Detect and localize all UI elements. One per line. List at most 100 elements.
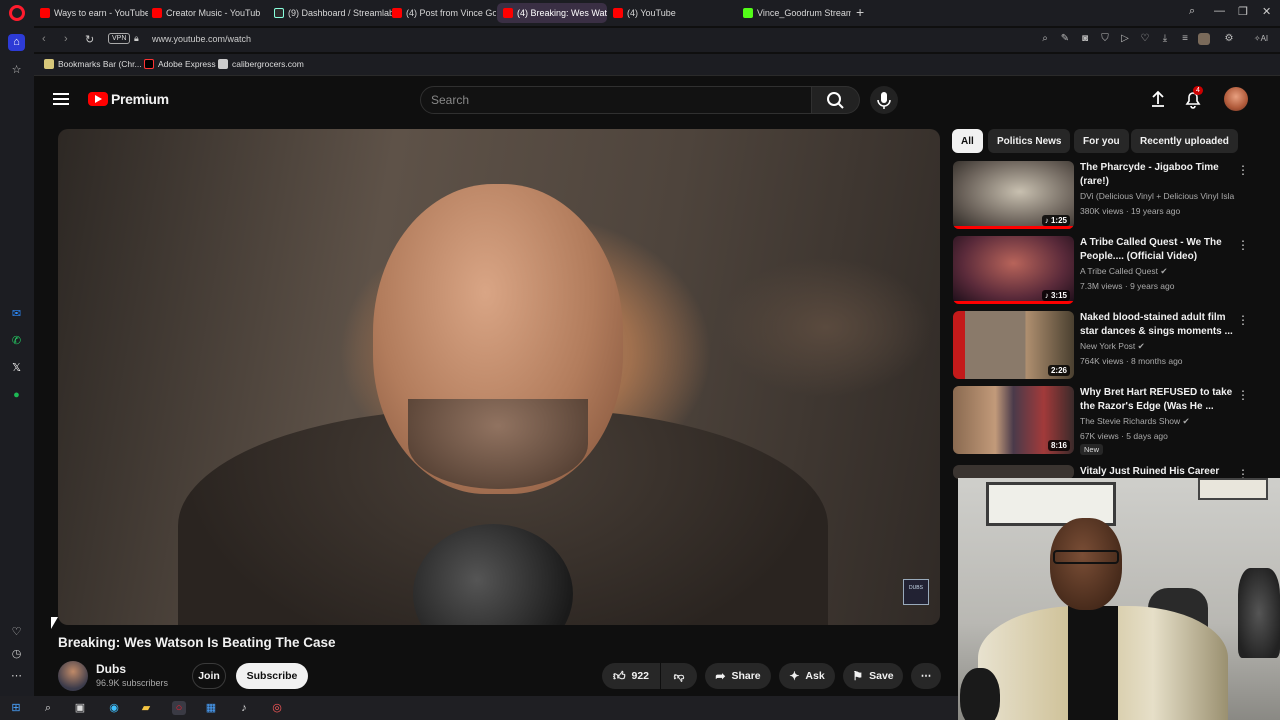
shield-icon[interactable]: ⛉ [1099, 33, 1111, 45]
video-player[interactable]: DUBS [58, 129, 940, 625]
search-icon[interactable]: ⌕ [41, 701, 55, 715]
video-thumbnail[interactable]: 2:26 [953, 311, 1074, 379]
spotify-icon[interactable]: ● [8, 387, 25, 404]
upload-icon[interactable] [1148, 89, 1168, 109]
chip-politics-news[interactable]: Politics News [988, 129, 1071, 153]
browser-tab-active[interactable]: (4) Breaking: Wes Wat [497, 3, 607, 23]
close-icon[interactable]: ✕ [1262, 5, 1271, 18]
recommendation-item[interactable]: ♪ 3:15 A Tribe Called Quest - We The Peo… [953, 236, 1253, 306]
account-avatar[interactable] [1224, 87, 1248, 111]
dislike-button[interactable]: 👎︎ [661, 663, 697, 689]
vpn-badge[interactable]: VPN [108, 33, 131, 44]
history-icon[interactable]: ◷ [8, 646, 25, 663]
menu-icon[interactable]: ≡ [1179, 33, 1191, 45]
ask-button[interactable]: ✦ Ask [779, 663, 835, 689]
opera-icon[interactable]: ○ [172, 701, 186, 715]
obs-icon[interactable]: ◎ [270, 701, 284, 715]
forward-icon[interactable]: › [64, 33, 68, 45]
channel-avatar[interactable] [58, 661, 88, 691]
edge-icon[interactable]: ◉ [107, 701, 121, 715]
opera-logo-icon[interactable] [9, 5, 25, 21]
recommendation-item[interactable]: 2:26 Naked blood-stained adult film star… [953, 311, 1253, 381]
recommendation-item[interactable]: ♪ 1:25 The Pharcyde - Jigaboo Time (rare… [953, 161, 1253, 231]
more-vertical-icon[interactable]: ⋮ [1237, 238, 1249, 252]
video-thumbnail[interactable]: ♪ 1:25 [953, 161, 1074, 229]
video-duration: ♪ 3:15 [1041, 290, 1070, 301]
more-vertical-icon[interactable]: ⋮ [1237, 388, 1249, 402]
url-field[interactable]: www.youtube.com/watch [152, 34, 251, 44]
channel-watermark[interactable]: DUBS [903, 579, 929, 605]
x-icon[interactable]: 𝕏 [8, 360, 25, 377]
tiktok-icon[interactable]: ♪ [237, 701, 251, 715]
download-icon[interactable]: ⤓ [1159, 33, 1171, 45]
browser-tab[interactable]: (4) Post from Vince Goodr [386, 3, 496, 23]
browser-tab[interactable]: Creator Music - YouTube S [146, 3, 260, 23]
camera-icon[interactable]: ◙ [1079, 33, 1091, 45]
bookmark-item[interactable]: Bookmarks Bar (Chr... [44, 59, 142, 69]
home-icon[interactable]: ⌂ [8, 34, 25, 51]
search-input[interactable]: Search [420, 86, 812, 114]
more-icon[interactable]: ⋯ [8, 668, 25, 685]
recommendation-channel[interactable]: The Stevie Richards Show ✔︎ [1080, 416, 1235, 427]
more-vertical-icon[interactable]: ⋮ [1237, 313, 1249, 327]
recommendation-channel[interactable]: New York Post ✔︎ [1080, 341, 1235, 352]
file-explorer-icon[interactable]: ▰ [139, 701, 153, 715]
chip-for-you[interactable]: For you [1074, 129, 1129, 153]
pinboard-icon[interactable]: ☆ [8, 62, 25, 79]
more-actions-button[interactable]: ⋯ [911, 663, 941, 689]
save-button[interactable]: ⚑ Save [843, 663, 903, 689]
messenger-icon[interactable]: ✉ [8, 306, 25, 323]
youtube-icon [40, 8, 50, 18]
windows-start-icon[interactable]: ⊞ [9, 701, 23, 715]
browser-tab[interactable]: Ways to earn - YouTube St [34, 3, 148, 23]
heart-icon[interactable]: ♡ [8, 624, 25, 641]
play-icon[interactable]: ▷ [1119, 33, 1131, 45]
profile-icon[interactable] [1198, 33, 1210, 45]
back-icon[interactable]: ‹ [42, 33, 46, 45]
voice-search-button[interactable] [870, 86, 898, 114]
recommendation-title[interactable]: Vitaly Just Ruined His Career [1080, 465, 1235, 479]
search-button[interactable] [812, 86, 860, 114]
video-thumbnail[interactable]: ♪ 3:15 [953, 236, 1074, 304]
bookmark-item[interactable]: calibergrocers.com [218, 59, 304, 69]
heart-icon[interactable]: ♡ [1139, 33, 1151, 45]
minimize-icon[interactable]: — [1214, 5, 1225, 17]
recommendation-title[interactable]: Naked blood-stained adult film star danc… [1080, 311, 1235, 339]
browser-tab[interactable]: (4) YouTube [607, 3, 719, 23]
whatsapp-icon[interactable]: ✆ [8, 333, 25, 350]
chip-all[interactable]: All [952, 129, 983, 153]
join-button[interactable]: Join [192, 663, 226, 689]
video-thumbnail[interactable]: 8:16 [953, 386, 1074, 454]
video-thumbnail[interactable] [953, 465, 1074, 479]
edit-icon[interactable]: ✎ [1059, 33, 1071, 45]
recommendation-item[interactable]: 8:16 Why Bret Hart REFUSED to take the R… [953, 386, 1253, 456]
browser-tab[interactable]: Vince_Goodrum Stream - [737, 3, 851, 23]
channel-name[interactable]: Dubs [96, 662, 126, 676]
youtube-logo-icon[interactable] [88, 92, 108, 106]
more-vertical-icon[interactable]: ⋮ [1237, 163, 1249, 177]
browser-tab[interactable]: (9) Dashboard / Streamlab [268, 3, 392, 23]
recommendation-channel[interactable]: A Tribe Called Quest ✔︎ [1080, 266, 1235, 277]
recommendation-title[interactable]: Why Bret Hart REFUSED to take the Razor'… [1080, 386, 1235, 414]
reload-icon[interactable]: ↻ [85, 33, 94, 46]
maximize-icon[interactable]: ❐ [1238, 5, 1248, 18]
lock-icon[interactable]: 🔒︎ [134, 33, 139, 44]
share-button[interactable]: ➦ Share [705, 663, 771, 689]
search-icon[interactable]: ⌕ [1039, 33, 1051, 45]
new-tab-button[interactable]: + [856, 4, 864, 20]
extensions-icon[interactable]: ⚙ [1223, 33, 1235, 45]
like-button[interactable]: 👍︎ 922 [602, 663, 660, 689]
aria-ai-button[interactable]: ✧AI [1248, 33, 1274, 45]
youtube-logo-text[interactable]: Premium [111, 91, 169, 107]
subscribe-button[interactable]: Subscribe [236, 663, 308, 689]
recommendation-title[interactable]: The Pharcyde - Jigaboo Time (rare!) [1080, 161, 1235, 189]
bookmarks-bar: Bookmarks Bar (Chr... Adobe Express cali… [34, 54, 1280, 76]
recommendation-channel[interactable]: DVi (Delicious Vinyl + Delicious Vinyl I… [1080, 191, 1235, 201]
bookmark-item[interactable]: Adobe Express [144, 59, 216, 69]
task-view-icon[interactable]: ▣ [73, 701, 87, 715]
store-icon[interactable]: ▦ [204, 701, 218, 715]
recommendation-title[interactable]: A Tribe Called Quest - We The People....… [1080, 236, 1235, 264]
chip-recently-uploaded[interactable]: Recently uploaded [1131, 129, 1238, 153]
hamburger-menu-icon[interactable] [53, 93, 69, 105]
tab-search-icon[interactable]: ⌕ [1189, 5, 1195, 18]
